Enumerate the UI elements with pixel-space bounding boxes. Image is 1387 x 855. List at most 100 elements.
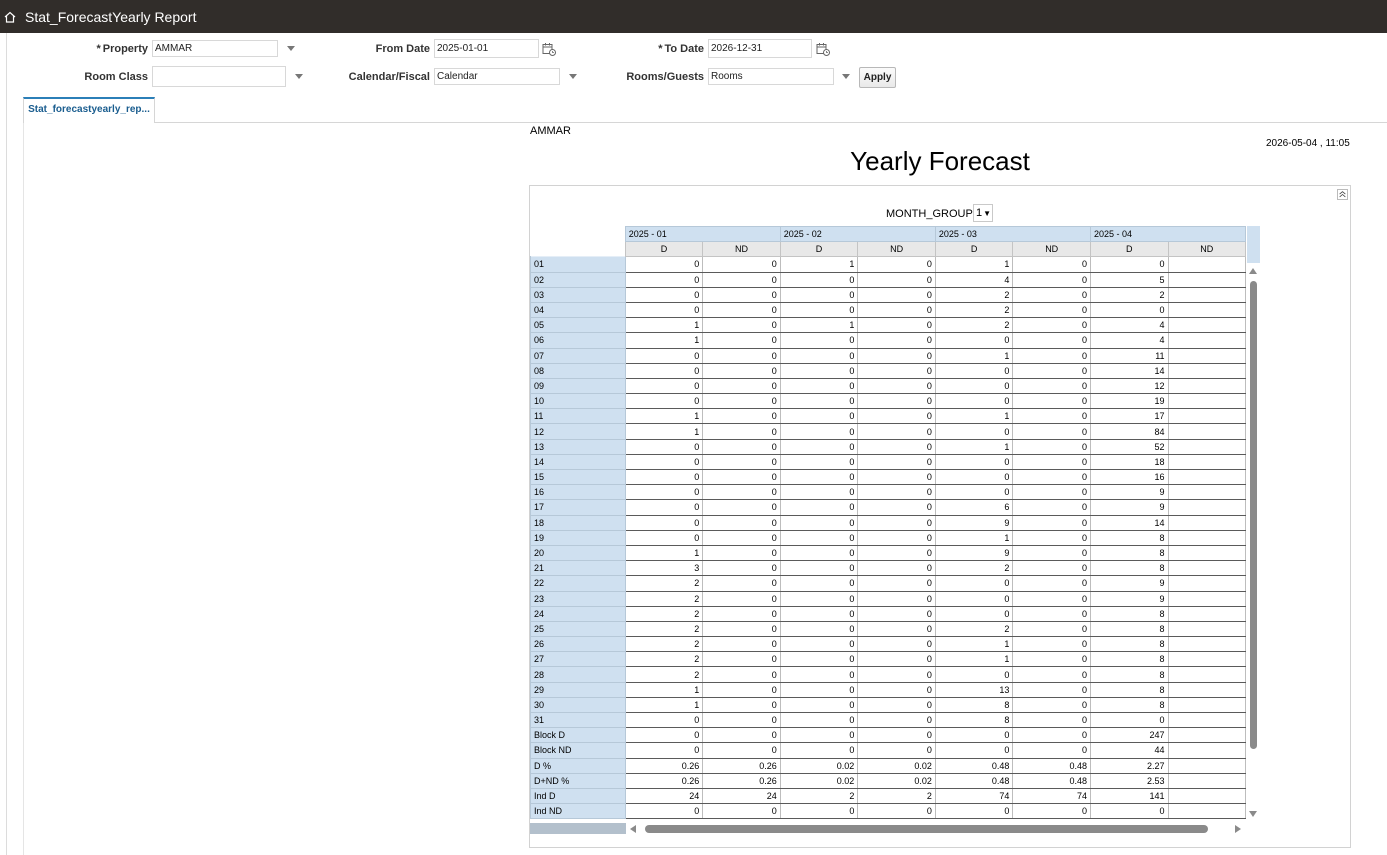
table-cell bbox=[1168, 363, 1246, 379]
table-cell: 0 bbox=[857, 712, 936, 729]
table-cell: 0.48 bbox=[1012, 758, 1091, 774]
table-cell bbox=[1168, 302, 1246, 319]
scroll-down-icon[interactable] bbox=[1249, 811, 1257, 817]
table-cell: 0 bbox=[625, 454, 704, 471]
month-header: 2025 - 03 bbox=[934, 226, 1091, 243]
table-cell: 1 bbox=[935, 636, 1014, 653]
table-row: 04 0 0 0 0 2 0 0 bbox=[530, 301, 1246, 319]
table-cell: 0 bbox=[857, 591, 936, 607]
table-cell: 0 bbox=[702, 803, 781, 820]
table-cell: 0 bbox=[1012, 697, 1091, 714]
row-header: 01 bbox=[530, 256, 626, 273]
calendar-fiscal-input[interactable]: Calendar bbox=[434, 68, 560, 85]
horizontal-scrollbar-thumb[interactable] bbox=[645, 825, 1208, 833]
table-cell: 0 bbox=[935, 666, 1014, 683]
table-row: Ind ND 0 0 0 0 0 0 0 bbox=[530, 803, 1246, 820]
property-dropdown-icon[interactable] bbox=[287, 46, 295, 51]
from-date-input[interactable]: 2025-01-01 bbox=[434, 39, 539, 58]
table-cell: 0 bbox=[1012, 256, 1091, 273]
table-cell: 0 bbox=[702, 560, 781, 577]
table-cell: 0 bbox=[780, 499, 859, 516]
table-cell: 0.26 bbox=[625, 758, 704, 774]
month-header: 2025 - 01 bbox=[624, 226, 781, 243]
vertical-scrollbar-thumb[interactable] bbox=[1250, 281, 1257, 749]
row-header: 28 bbox=[530, 666, 626, 683]
table-cell: 9 bbox=[1090, 591, 1169, 607]
table-cell: 14 bbox=[1090, 363, 1169, 379]
table-cell: 0 bbox=[702, 256, 781, 273]
table-cell: 0 bbox=[625, 393, 704, 410]
table-cell: 0 bbox=[780, 545, 859, 562]
table-cell: 0 bbox=[780, 712, 859, 729]
table-row: 07 0 0 0 0 1 0 11 bbox=[530, 347, 1246, 364]
home-icon[interactable] bbox=[4, 11, 16, 23]
row-header: 07 bbox=[530, 347, 626, 364]
table-cell bbox=[1168, 712, 1246, 729]
table-cell: 0 bbox=[702, 317, 781, 334]
calendar-fiscal-dropdown-icon[interactable] bbox=[569, 74, 577, 79]
collapse-icon[interactable] bbox=[1337, 189, 1348, 200]
table-cell: 2 bbox=[625, 591, 704, 607]
subcolumn-header: D bbox=[1089, 241, 1169, 258]
table-cell bbox=[1168, 606, 1246, 622]
table-cell: 0 bbox=[625, 272, 704, 288]
table-cell bbox=[1168, 332, 1246, 349]
subcolumn-header: D bbox=[624, 241, 704, 258]
to-date-input[interactable]: 2026-12-31 bbox=[708, 39, 812, 58]
table-cell bbox=[1168, 803, 1246, 820]
table-cell: 11 bbox=[1090, 348, 1169, 364]
table-cell bbox=[1168, 591, 1246, 607]
table-cell: 0 bbox=[702, 591, 781, 607]
table-cell: 0 bbox=[857, 256, 936, 273]
apply-button[interactable]: Apply bbox=[859, 67, 896, 88]
property-input[interactable]: AMMAR bbox=[152, 40, 278, 57]
table-cell: 0 bbox=[702, 378, 781, 395]
table-cell: 1 bbox=[935, 530, 1014, 546]
table-cell: 0 bbox=[935, 393, 1014, 410]
app-title-bar: Stat_ForecastYearly Report bbox=[0, 0, 1387, 33]
from-date-calendar-icon[interactable] bbox=[542, 42, 556, 56]
table-cell: 1 bbox=[935, 651, 1014, 668]
table-cell: 0 bbox=[935, 378, 1014, 395]
scroll-up-icon[interactable] bbox=[1249, 268, 1257, 274]
table-cell: 0 bbox=[1012, 423, 1091, 440]
table-cell: 0 bbox=[780, 393, 859, 410]
table-cell: 2 bbox=[625, 636, 704, 653]
table-cell: 0 bbox=[857, 317, 936, 334]
calendar-fiscal-label: Calendar/Fiscal bbox=[348, 71, 430, 83]
table-row: D+ND % 0.26 0.26 0.02 0.02 0.48 0.48 2.53 bbox=[530, 772, 1246, 789]
table-cell: 0 bbox=[702, 621, 781, 638]
table-cell: 9 bbox=[935, 515, 1014, 531]
table-cell: 74 bbox=[935, 788, 1014, 805]
table-cell bbox=[1168, 423, 1246, 440]
table-cell bbox=[1168, 621, 1246, 638]
table-cell bbox=[1168, 256, 1246, 273]
table-cell: 0 bbox=[780, 332, 859, 349]
rooms-guests-input[interactable]: Rooms bbox=[708, 68, 834, 85]
room-class-dropdown-icon[interactable] bbox=[295, 74, 303, 79]
forecast-grid: 2025 - 01 2025 - 02 2025 - 03 2025 - 04 D ND… bbox=[530, 226, 1246, 823]
table-cell bbox=[1168, 393, 1246, 410]
table-cell: 0 bbox=[1012, 393, 1091, 410]
table-cell: 0 bbox=[1012, 560, 1091, 577]
table-cell: 0 bbox=[857, 560, 936, 577]
to-date-calendar-icon[interactable] bbox=[816, 42, 830, 56]
tab-report[interactable]: Stat_forecastyearly_rep... bbox=[23, 97, 155, 123]
table-cell: 0 bbox=[857, 499, 936, 516]
table-cell: 0 bbox=[702, 666, 781, 683]
scroll-right-icon[interactable] bbox=[1235, 825, 1241, 833]
row-header: 14 bbox=[530, 453, 626, 471]
table-cell: 0 bbox=[780, 621, 859, 638]
scroll-left-icon[interactable] bbox=[630, 825, 636, 833]
row-header: D % bbox=[530, 757, 626, 774]
room-class-input[interactable] bbox=[152, 66, 286, 87]
table-row: 03 0 0 0 0 2 0 2 bbox=[530, 286, 1246, 303]
table-cell: 0 bbox=[1090, 712, 1169, 729]
table-cell: 1 bbox=[625, 682, 704, 698]
month-group-select[interactable]: 1▼ bbox=[973, 204, 993, 222]
table-cell: 0 bbox=[625, 742, 704, 759]
table-cell: 9 bbox=[1090, 499, 1169, 516]
table-cell: 6 bbox=[935, 499, 1014, 516]
table-cell: 3 bbox=[625, 560, 704, 577]
rooms-guests-dropdown-icon[interactable] bbox=[842, 74, 850, 79]
